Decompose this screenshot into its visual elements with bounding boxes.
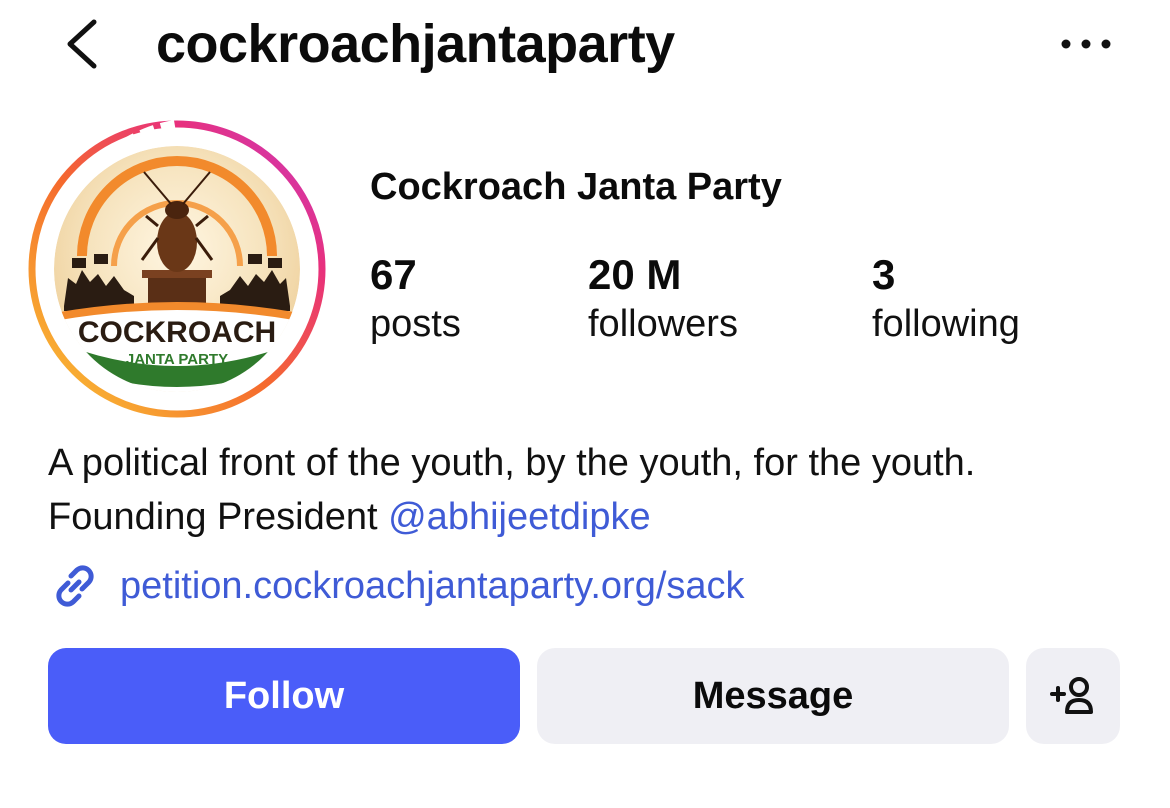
logo-text-janta-party: JANTA PARTY — [126, 351, 228, 368]
follow-button[interactable]: Follow — [48, 648, 520, 744]
external-link[interactable]: petition.cockroachjantaparty.org/sack — [46, 556, 745, 616]
following-stat[interactable]: 3 following — [872, 250, 1020, 348]
more-options-button[interactable] — [1056, 22, 1116, 66]
chevron-left-icon — [67, 19, 97, 69]
profile-username: cockroachjantaparty — [156, 14, 675, 74]
posts-count: 67 — [370, 251, 417, 298]
top-bar: cockroachjantaparty — [0, 0, 1170, 100]
followers-stat[interactable]: 20 M followers — [588, 250, 738, 348]
following-count: 3 — [872, 251, 896, 298]
profile-display-name: Cockroach Janta Party — [370, 166, 782, 208]
posts-stat[interactable]: 67 posts — [370, 250, 461, 348]
profile-avatar[interactable]: COCKROACH JANTA PARTY — [26, 118, 328, 420]
more-horizontal-icon — [1061, 39, 1111, 49]
bio-mention-link[interactable]: @abhijeetdipke — [388, 496, 651, 538]
party-logo-graphic: COCKROACH JANTA PARTY — [54, 146, 300, 392]
link-icon — [56, 565, 94, 607]
profile-bio: A political front of the youth, by the y… — [48, 436, 1108, 544]
followers-label: followers — [588, 303, 738, 345]
back-button[interactable] — [58, 10, 114, 78]
message-button[interactable]: Message — [537, 648, 1009, 744]
external-link-text: petition.cockroachjantaparty.org/sack — [120, 565, 745, 607]
followers-count: 20 M — [588, 251, 682, 298]
posts-label: posts — [370, 303, 461, 345]
logo-text-cockroach: COCKROACH — [78, 316, 276, 349]
suggested-accounts-button[interactable] — [1026, 648, 1120, 744]
following-label: following — [872, 303, 1020, 345]
add-person-icon — [1050, 677, 1093, 714]
party-logo-image: COCKROACH JANTA PARTY — [54, 146, 300, 392]
